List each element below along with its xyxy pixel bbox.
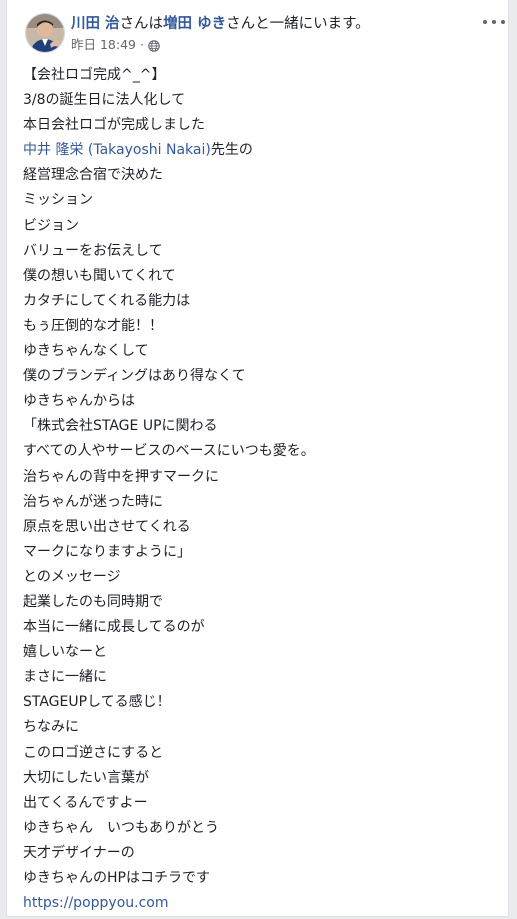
- post-line: 【会社ロゴ完成^_^】: [23, 67, 166, 83]
- with-suffix: さんと一緒にいます。: [226, 16, 370, 32]
- post-header: 川田 治さんは増田 ゆきさんと一緒にいます。: [71, 14, 370, 34]
- post-line: ゆきちゃん いつもありがとう: [23, 819, 219, 836]
- avatar-photo: [26, 14, 64, 52]
- post-line: バリューをお伝えして: [23, 242, 163, 259]
- post-body: 【会社ロゴ完成^_^】 3/8の誕生日に法人化して 本日会社ロゴが完成しました …: [23, 63, 498, 916]
- post-line: とのメッセージ: [23, 568, 121, 585]
- post-line: 僕のブランディングはあり得なくて: [23, 368, 246, 385]
- post-line: ゆきちゃんなくして: [23, 343, 149, 360]
- post-line: STAGEUPしてる感じ！: [23, 694, 171, 711]
- post-line: 出てくるんですよー: [23, 794, 148, 811]
- post-line: 治ちゃんが迷った時に: [23, 493, 163, 510]
- post-line: 原点を思い出させてくれる: [23, 518, 191, 535]
- post-line: 3/8の誕生日に法人化して: [23, 92, 186, 109]
- post-card: 川田 治さんは増田 ゆきさんと一緒にいます。 昨日 18:49 · 【会社ロゴ完…: [6, 0, 509, 917]
- post-line: 本当に一緒に成長してるのが: [23, 619, 205, 636]
- post-meta: 昨日 18:49 ·: [71, 36, 160, 54]
- post-line: 嬉しいなーと: [23, 644, 107, 661]
- post-line: ビジョン: [23, 217, 79, 234]
- post-line: ゆきちゃんのHPはコチラです: [23, 870, 210, 886]
- post-line: 起業したのも同時期で: [23, 593, 163, 610]
- post-line: 天才デザイナーの: [23, 844, 135, 861]
- link-line: https://poppyou.com: [23, 891, 498, 916]
- author-name[interactable]: 川田 治: [71, 16, 120, 32]
- post-line: このロゴ逆さにすると: [23, 744, 164, 761]
- post-line: ミッション: [23, 192, 93, 209]
- tagged-person[interactable]: 増田 ゆき: [163, 16, 226, 32]
- post-line: 「株式会社STAGE UPに関わる: [23, 418, 218, 435]
- post-line: ちなみに: [23, 719, 79, 736]
- post-line: カタチにしてくれる能力は: [23, 292, 191, 309]
- mention-link[interactable]: 中井 隆栄 (Takayoshi Nakai): [23, 142, 211, 158]
- post-line: 治ちゃんの背中を押すマークに: [23, 468, 219, 485]
- timestamp[interactable]: 昨日 18:49: [71, 36, 136, 54]
- mention-line: 中井 隆栄 (Takayoshi Nakai)先生の: [23, 138, 498, 163]
- website-link[interactable]: https://poppyou.com: [23, 895, 168, 911]
- with-text: さんは: [119, 16, 164, 32]
- post-line: まさに一緒に: [23, 669, 107, 686]
- meta-separator: ·: [140, 37, 144, 52]
- post-line: ゆきちゃんからは: [23, 393, 135, 410]
- more-horizontal-icon[interactable]: [483, 14, 505, 30]
- globe-icon[interactable]: [148, 39, 160, 52]
- mention-suffix: 先生の: [210, 142, 253, 159]
- post-line: 僕の想いも聞いてくれて: [23, 267, 176, 284]
- post-line: 本日会社ロゴが完成しました: [23, 117, 205, 134]
- post-line: すべての人やサービスのベースにいつも愛を。: [23, 443, 315, 460]
- post-line: 経営理念合宿で決めた: [23, 167, 163, 184]
- post-line: マークになりますように」: [23, 543, 191, 560]
- avatar[interactable]: [25, 13, 65, 53]
- post-line: もぅ圧倒的な才能！！: [23, 317, 163, 334]
- post-line: 大切にしたい言葉が: [23, 769, 149, 786]
